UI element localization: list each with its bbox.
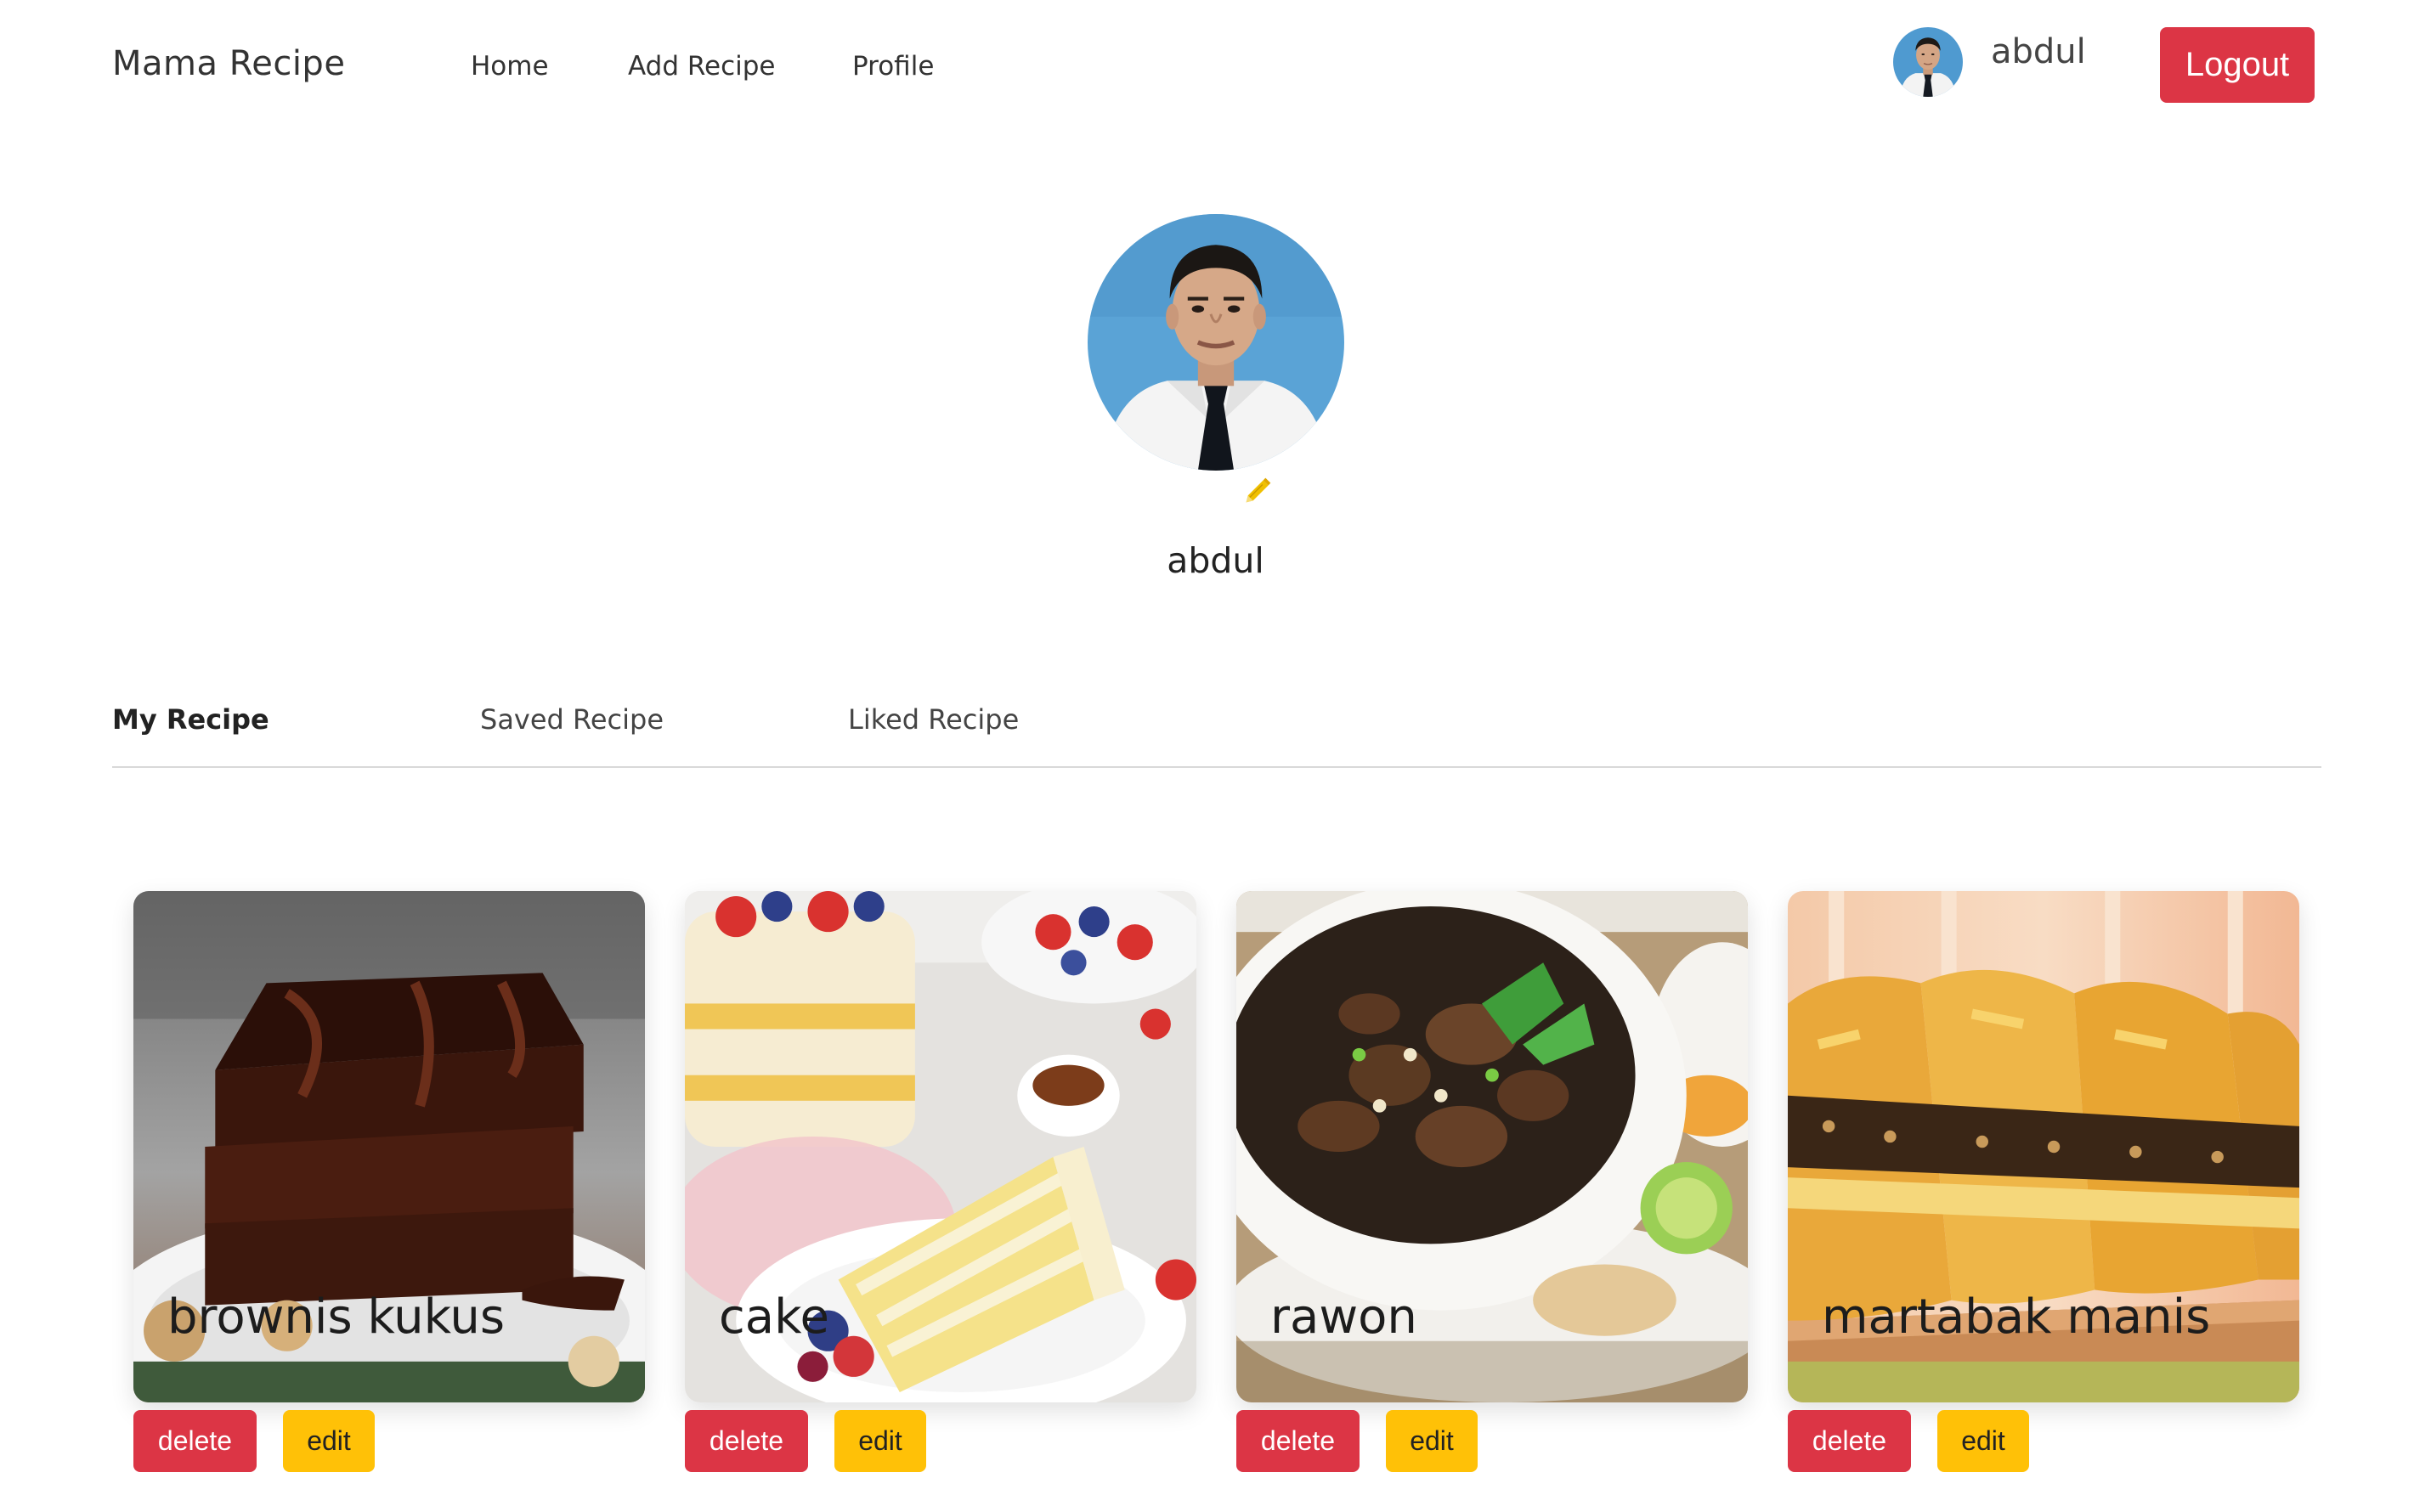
- profile-name: abdul: [1167, 540, 1264, 581]
- tab-divider: [112, 766, 2321, 768]
- profile-avatar: [1088, 214, 1344, 471]
- edit-button[interactable]: edit: [283, 1410, 375, 1472]
- edit-button[interactable]: edit: [1937, 1410, 2029, 1472]
- tab-liked-recipe[interactable]: Liked Recipe: [848, 703, 1019, 736]
- logout-button[interactable]: Logout: [2160, 27, 2315, 103]
- recipe-card[interactable]: cake: [685, 891, 1196, 1402]
- navbar: Mama Recipe Home Add Recipe Profile abdu…: [0, 0, 2431, 136]
- nav-link-add-recipe[interactable]: Add Recipe: [628, 51, 776, 82]
- edit-button[interactable]: edit: [1386, 1410, 1478, 1472]
- brand-logo[interactable]: Mama Recipe: [112, 44, 345, 83]
- pencil-icon[interactable]: [1241, 474, 1275, 508]
- nav-link-profile[interactable]: Profile: [852, 51, 934, 82]
- nav-link-home[interactable]: Home: [471, 51, 549, 82]
- delete-button[interactable]: delete: [685, 1410, 808, 1472]
- delete-button[interactable]: delete: [1236, 1410, 1360, 1472]
- tab-my-recipe[interactable]: My Recipe: [112, 703, 269, 736]
- delete-button[interactable]: delete: [133, 1410, 257, 1472]
- recipe-title: rawon: [1270, 1289, 1417, 1345]
- nav-username: abdul: [1991, 32, 2086, 71]
- recipe-card[interactable]: brownis kukus: [133, 891, 645, 1402]
- nav-user-avatar[interactable]: [1893, 27, 1963, 97]
- tab-saved-recipe[interactable]: Saved Recipe: [480, 703, 664, 736]
- delete-button[interactable]: delete: [1788, 1410, 1911, 1472]
- edit-button[interactable]: edit: [834, 1410, 926, 1472]
- recipe-card[interactable]: rawon: [1236, 891, 1748, 1402]
- recipe-card[interactable]: martabak manis: [1788, 891, 2299, 1402]
- recipe-title: brownis kukus: [167, 1289, 506, 1345]
- recipe-title: cake: [719, 1289, 829, 1345]
- recipe-title: martabak manis: [1822, 1289, 2211, 1345]
